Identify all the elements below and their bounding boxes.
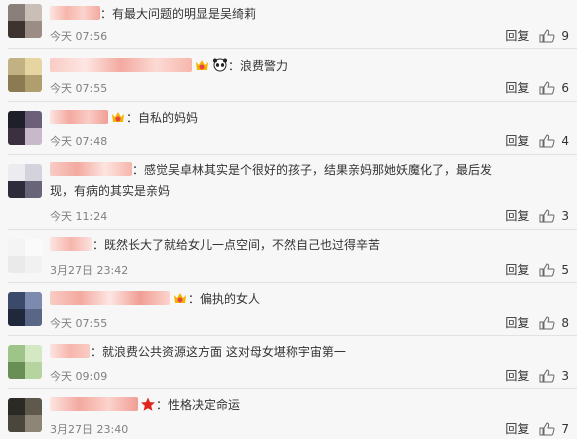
divider (8, 229, 577, 230)
panda-emoji-icon (212, 58, 228, 72)
vip-badge-icon (110, 110, 126, 124)
like-count: 5 (561, 262, 569, 277)
reply-button[interactable]: 回复 (505, 207, 529, 224)
like-count: 9 (561, 28, 569, 43)
comment-text: 性格决定命运 (168, 398, 241, 412)
username-masked[interactable] (50, 237, 92, 251)
thumbs-up-icon[interactable] (539, 262, 555, 277)
comment-text: 偏执的女人 (200, 292, 261, 306)
comment-item: ：有最大问题的明显是吴绮莉 今天 07:56 回复 9 (0, 0, 577, 50)
thumbs-up-icon[interactable] (539, 28, 555, 43)
comment-item: ：既然长大了就给女儿一点空间，不然自己也过得辛苦 3月27日 23:42 回复 … (0, 231, 577, 284)
divider (8, 101, 577, 102)
vip-badge-icon (194, 58, 210, 72)
avatar[interactable] (8, 4, 42, 38)
comment-text: 有最大问题的明显是吴绮莉 (112, 7, 257, 21)
comment-time: 今天 07:48 (50, 135, 108, 148)
divider (8, 388, 577, 389)
thumbs-up-icon[interactable] (539, 421, 555, 436)
red-star-icon (140, 397, 156, 411)
thumbs-up-icon[interactable] (539, 208, 555, 223)
reply-button[interactable]: 回复 (505, 420, 529, 437)
comment-list: ：有最大问题的明显是吴绮莉 今天 07:56 回复 9 ：浪费警力 今天 07:… (0, 0, 577, 439)
comment-time: 3月27日 23:42 (50, 264, 129, 277)
avatar[interactable] (8, 239, 42, 273)
like-count: 8 (561, 315, 569, 330)
like-count: 4 (561, 133, 569, 148)
divider (8, 48, 577, 49)
avatar[interactable] (8, 111, 42, 145)
username-masked[interactable] (50, 6, 100, 20)
comment-time: 今天 09:09 (50, 370, 108, 383)
username-masked[interactable] (50, 110, 108, 124)
reply-button[interactable]: 回复 (505, 261, 529, 278)
username-masked[interactable] (50, 291, 170, 305)
comment-time: 3月27日 23:40 (50, 423, 129, 436)
vip-badge-icon (172, 291, 188, 305)
avatar[interactable] (8, 58, 42, 92)
thumbs-up-icon[interactable] (539, 315, 555, 330)
comment-text: 就浪费公共资源这方面 这对母女堪称宇宙第一 (102, 345, 346, 359)
username-masked[interactable] (50, 58, 192, 72)
comment-time: 今天 11:24 (50, 210, 108, 223)
username-masked[interactable] (50, 397, 138, 411)
avatar[interactable] (8, 164, 42, 198)
avatar[interactable] (8, 345, 42, 379)
divider (8, 154, 577, 155)
reply-button[interactable]: 回复 (505, 132, 529, 149)
thumbs-up-icon[interactable] (539, 368, 555, 383)
comment-item: ：就浪费公共资源这方面 这对母女堪称宇宙第一 今天 09:09 回复 3 (0, 337, 577, 390)
like-count: 3 (561, 208, 569, 223)
divider (8, 335, 577, 336)
comment-item: ：浪费警力 今天 07:55 回复 6 (0, 50, 577, 103)
username-masked[interactable] (50, 344, 90, 358)
comment-text: 浪费警力 (240, 59, 289, 73)
reply-button[interactable]: 回复 (505, 79, 529, 96)
like-count: 3 (561, 368, 569, 383)
reply-button[interactable]: 回复 (505, 27, 529, 44)
comment-item: ：性格决定命运 3月27日 23:40 回复 7 (0, 390, 577, 439)
reply-button[interactable]: 回复 (505, 367, 529, 384)
comment-time: 今天 07:56 (50, 30, 108, 43)
divider (8, 282, 577, 283)
thumbs-up-icon[interactable] (539, 80, 555, 95)
comment-time: 今天 07:55 (50, 317, 108, 330)
like-count: 7 (561, 421, 569, 436)
avatar[interactable] (8, 398, 42, 432)
comment-item: ：感觉吴卓林其实是个很好的孩子，结果亲妈那她妖魔化了，最后发现，有病的其实是亲妈… (0, 156, 577, 231)
comment-item: ：偏执的女人 今天 07:55 回复 8 (0, 284, 577, 337)
thumbs-up-icon[interactable] (539, 133, 555, 148)
reply-button[interactable]: 回复 (505, 314, 529, 331)
comment-item: ：自私的妈妈 今天 07:48 回复 4 (0, 103, 577, 156)
comment-text: 既然长大了就给女儿一点空间，不然自己也过得辛苦 (104, 238, 381, 252)
avatar[interactable] (8, 292, 42, 326)
comment-time: 今天 07:55 (50, 82, 108, 95)
like-count: 6 (561, 80, 569, 95)
comment-text: 自私的妈妈 (138, 111, 199, 125)
username-masked[interactable] (50, 162, 132, 176)
